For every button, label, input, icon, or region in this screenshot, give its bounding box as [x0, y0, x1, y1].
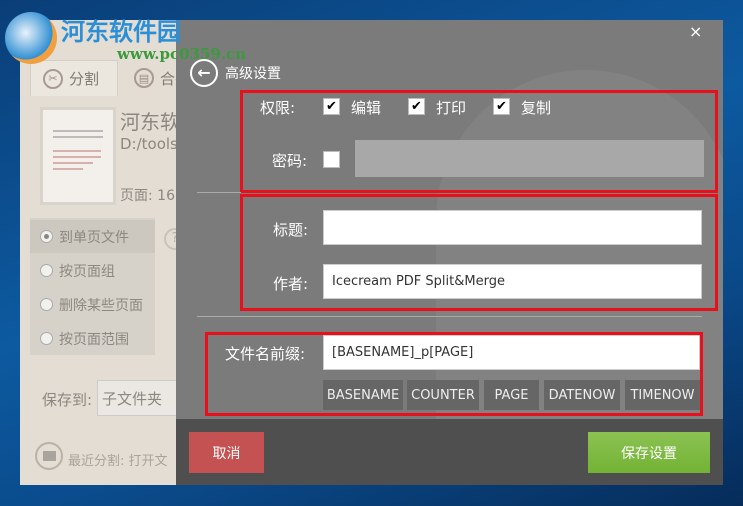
- save-to-select[interactable]: 子文件夹: [97, 380, 180, 416]
- tab-merge[interactable]: ▤合并: [122, 60, 180, 96]
- password-field[interactable]: [355, 140, 704, 177]
- watermark-logo: 河东软件园 www.pc0359.cn: [5, 12, 246, 64]
- split-mode-group: 到单页文件 按页面组 删除某些页面 按页面范围: [30, 218, 155, 355]
- dialog-footer: 取消 保存设置: [176, 419, 723, 485]
- token-basename-button[interactable]: BASENAME: [323, 380, 403, 410]
- logo-icon: [5, 12, 57, 64]
- title-input[interactable]: [323, 210, 702, 245]
- divider: [197, 316, 702, 317]
- author-input[interactable]: Icecream PDF Split&Merge: [323, 264, 702, 299]
- pdf-thumbnail: [40, 107, 116, 205]
- cancel-button[interactable]: 取消: [189, 432, 264, 473]
- token-timenow-button[interactable]: TIMENOW: [625, 380, 700, 410]
- radio-single-page[interactable]: 到单页文件: [30, 220, 155, 253]
- tab-label: 分割: [69, 70, 100, 88]
- save-settings-button[interactable]: 保存设置: [588, 432, 710, 473]
- app-window: ✂ 分割 ▤合并 河东软 D:/tools/ 页面: 16 到单页文件 按页面组 …: [20, 20, 180, 485]
- token-datenow-button[interactable]: DATENOW: [544, 380, 620, 410]
- pages-icon: ▤: [134, 68, 154, 88]
- password-checkbox[interactable]: [323, 151, 340, 168]
- author-label: 作者:: [273, 275, 309, 293]
- tab-split[interactable]: ✂ 分割: [30, 60, 118, 96]
- radio-icon: [40, 264, 53, 277]
- permissions-label: 权限:: [260, 99, 296, 117]
- password-label: 密码:: [272, 152, 308, 170]
- radio-label: 按页面组: [59, 263, 115, 280]
- scissors-icon: ✂: [43, 68, 63, 89]
- radio-label: 删除某些页面: [59, 297, 143, 314]
- token-counter-button[interactable]: COUNTER: [407, 380, 479, 410]
- radio-icon: [40, 332, 53, 345]
- save-to-label: 保存到:: [42, 391, 93, 409]
- watermark-brand: 河东软件园: [61, 18, 181, 46]
- token-buttons: BASENAME COUNTER PAGE DATENOW TIMENOW: [323, 380, 703, 410]
- file-path: D:/tools/: [120, 135, 180, 153]
- radio-icon: [40, 230, 53, 243]
- close-icon[interactable]: ×: [689, 22, 702, 41]
- checkbox-print-label: 打印: [436, 99, 467, 117]
- checkbox-copy-label: 复制: [521, 99, 552, 117]
- radio-label: 到单页文件: [59, 229, 129, 246]
- watermark-url: www.pc0359.cn: [117, 45, 247, 63]
- advanced-settings-dialog: × ← 高级设置 权限: ✔ 编辑 ✔ 打印 ✔ 复制 密码: 标题: 作者: …: [176, 20, 723, 485]
- checkbox-edit[interactable]: ✔: [323, 98, 340, 115]
- recent-split-link[interactable]: 最近分割: 打开文: [68, 450, 168, 469]
- dialog-title: 高级设置: [225, 66, 281, 82]
- file-name: 河东软: [120, 110, 180, 134]
- prefix-input[interactable]: [BASENAME]_p[PAGE]: [323, 335, 700, 370]
- checkbox-copy[interactable]: ✔: [493, 98, 510, 115]
- tab-bar: ✂ 分割 ▤合并: [30, 60, 180, 96]
- checkbox-print[interactable]: ✔: [408, 98, 425, 115]
- title-label: 标题:: [273, 221, 309, 239]
- radio-page-range[interactable]: 按页面范围: [30, 322, 155, 355]
- radio-label: 按页面范围: [59, 331, 129, 348]
- checkbox-edit-label: 编辑: [351, 99, 382, 117]
- folder-icon[interactable]: [35, 442, 63, 470]
- prefix-label: 文件名前缀:: [225, 345, 306, 363]
- radio-delete-pages[interactable]: 删除某些页面: [30, 288, 155, 321]
- token-page-button[interactable]: PAGE: [484, 380, 539, 410]
- radio-icon: [40, 298, 53, 311]
- divider: [197, 192, 241, 193]
- page-count: 页面: 16: [120, 188, 175, 204]
- radio-page-group[interactable]: 按页面组: [30, 254, 155, 287]
